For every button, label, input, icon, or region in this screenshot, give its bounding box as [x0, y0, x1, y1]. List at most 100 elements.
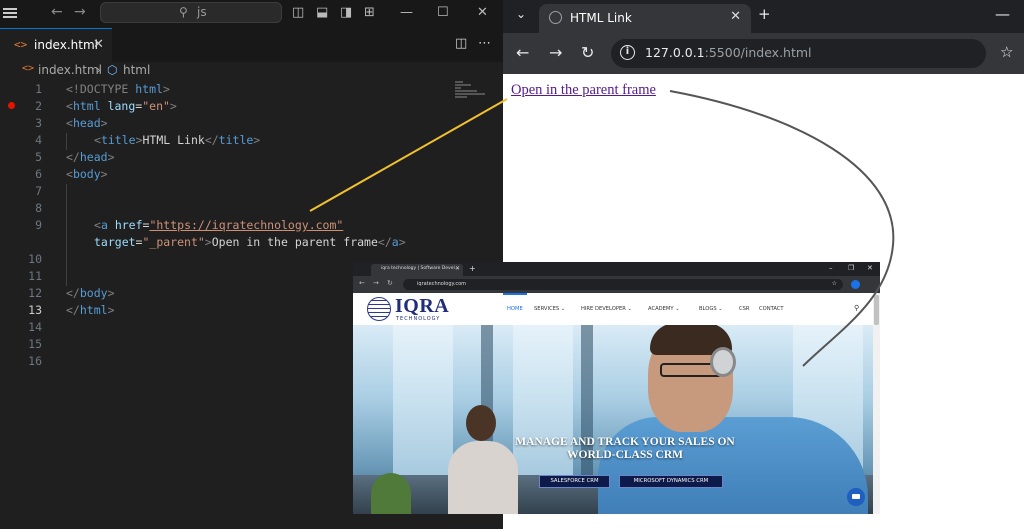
inset-screenshot: iqra technology | Software Devel... ✕ + …	[353, 262, 880, 514]
hero-plant	[371, 473, 411, 514]
new-tab-icon[interactable]: +	[758, 5, 771, 23]
breakpoint-icon[interactable]	[8, 102, 15, 109]
chat-bubble-icon[interactable]	[847, 488, 865, 506]
code-token: html	[72, 99, 101, 113]
maximize-icon[interactable]: ❐	[848, 264, 854, 272]
code-token: Open in the parent frame	[211, 235, 378, 249]
hamburger-menu-icon[interactable]	[3, 6, 17, 20]
line-number: 9	[35, 218, 42, 232]
inset-address-bar[interactable]: iqratechnology.com ☆	[403, 279, 843, 290]
code-token: head	[79, 150, 108, 164]
code-token: <!DOCTYPE	[66, 82, 136, 96]
command-search-input[interactable]: ⚲ js	[100, 2, 282, 23]
minimize-icon[interactable]: —	[995, 5, 1010, 23]
line-number: 1	[35, 82, 42, 96]
line-number: 3	[35, 116, 42, 130]
code-line-4: <title>HTML Link</title>	[94, 133, 261, 147]
toggle-secondary-sidebar-icon[interactable]: ◨	[340, 5, 352, 20]
minimize-icon[interactable]: —	[400, 5, 413, 20]
inset-tab-title: iqra technology | Software Devel...	[381, 266, 459, 271]
back-arrow-icon[interactable]: ←	[51, 4, 63, 20]
address-url: 127.0.0.1:5500/index.html	[645, 45, 812, 60]
forward-arrow-icon[interactable]: →	[74, 4, 86, 20]
nav-contact[interactable]: CONTACT	[759, 306, 784, 312]
chevron-right-icon: ›	[96, 63, 101, 77]
code-token: HTML Link	[142, 133, 205, 147]
salesforce-crm-button[interactable]: SALESFORCE CRM	[539, 475, 610, 488]
nav-csr[interactable]: CSR	[739, 306, 750, 312]
new-tab-icon[interactable]: +	[469, 264, 476, 273]
close-window-icon[interactable]: ✕	[477, 5, 488, 20]
back-arrow-icon[interactable]: ←	[516, 43, 529, 62]
minimize-icon[interactable]: –	[829, 264, 833, 272]
address-bar[interactable]: i 127.0.0.1:5500/index.html	[611, 39, 986, 68]
nav-home[interactable]: HOME	[507, 306, 523, 312]
symbol-icon: ⬡	[107, 63, 118, 77]
html-file-icon: <>	[22, 63, 35, 74]
hero-title: MANAGE AND TRACK YOUR SALES ON WORLD-CLA…	[503, 436, 747, 461]
code-token[interactable]: "https://iqratechnology.com"	[149, 218, 343, 232]
close-tab-icon[interactable]: ✕	[93, 37, 104, 52]
code-line-5: </head>	[66, 150, 115, 164]
inset-tab[interactable]: iqra technology | Software Devel... ✕	[371, 264, 463, 276]
parent-frame-link[interactable]: Open in the parent frame	[511, 82, 656, 99]
forward-arrow-icon[interactable]: →	[373, 279, 379, 287]
code-token: a	[391, 235, 399, 249]
code-token: lang	[107, 99, 136, 113]
browser-toolbar: ← → ↻ i 127.0.0.1:5500/index.html ☆	[503, 33, 1024, 74]
code-token: target	[94, 235, 136, 249]
nav-hire-developer[interactable]: HIRE DEVELOPER ⌄	[581, 306, 632, 312]
nav-academy[interactable]: ACADEMY ⌄	[648, 306, 680, 312]
nav-services[interactable]: SERVICES ⌄	[534, 306, 565, 312]
line-number: 16	[28, 354, 42, 368]
back-arrow-icon[interactable]: ←	[359, 279, 365, 287]
tab-search-chevron-icon[interactable]: ⌄	[516, 7, 526, 21]
code-token: html	[79, 303, 108, 317]
nav-blogs[interactable]: BLOGS ⌄	[699, 306, 723, 312]
reload-icon[interactable]: ↻	[387, 279, 393, 287]
code-line-6: <body>	[66, 167, 108, 181]
minimap[interactable]	[455, 80, 491, 110]
editor-tabs: <> index.html ✕ ◫ ⋯	[0, 28, 503, 62]
toggle-primary-sidebar-icon[interactable]: ◫	[292, 5, 304, 20]
toggle-panel-icon[interactable]: ⬓	[316, 5, 328, 20]
maximize-icon[interactable]: ☐	[437, 5, 449, 20]
forward-arrow-icon[interactable]: →	[549, 43, 562, 62]
site-logo[interactable]: IQRA	[395, 295, 449, 318]
code-token: "_parent"	[142, 235, 205, 249]
search-icon[interactable]: ⚲	[854, 304, 859, 312]
url-host: 127.0.0.1	[645, 45, 705, 60]
close-window-icon[interactable]: ✕	[867, 264, 873, 272]
inset-scrollbar[interactable]	[873, 293, 880, 514]
line-number: 6	[35, 167, 42, 181]
site-info-icon[interactable]: i	[620, 45, 635, 60]
code-token: title	[218, 133, 254, 147]
globe-icon	[549, 11, 562, 24]
reload-icon[interactable]: ↻	[581, 43, 594, 62]
inset-toolbar: ← → ↻ iqratechnology.com ☆	[353, 276, 880, 293]
dynamics-crm-button[interactable]: MICROSOFT DYNAMICS CRM	[619, 475, 723, 488]
customize-layout-icon[interactable]: ⊞	[364, 5, 375, 20]
inset-url: iqratechnology.com	[417, 281, 467, 287]
code-token: body	[72, 167, 101, 181]
hero-title-line-2: WORLD-CLASS CRM	[567, 448, 683, 461]
active-menu-indicator	[503, 293, 527, 295]
search-placeholder: js	[197, 5, 207, 19]
code-token: title	[100, 133, 136, 147]
breadcrumb: <> index.html › ⬡ html	[0, 62, 503, 80]
profile-avatar[interactable]	[851, 280, 860, 289]
browser-tab-title: HTML Link	[570, 11, 632, 25]
more-actions-icon[interactable]: ⋯	[478, 36, 491, 51]
bookmark-star-icon[interactable]: ☆	[1000, 43, 1013, 61]
breadcrumb-symbol[interactable]: html	[123, 63, 150, 77]
line-number: 5	[35, 150, 42, 164]
close-tab-icon[interactable]: ✕	[455, 265, 460, 272]
bookmark-star-icon[interactable]: ☆	[832, 280, 837, 287]
iqra-globe-logo-icon[interactable]	[367, 297, 391, 321]
breadcrumb-file[interactable]: index.html	[38, 63, 102, 77]
split-editor-icon[interactable]: ◫	[455, 36, 467, 51]
close-tab-icon[interactable]: ✕	[730, 9, 741, 24]
hero-banner: MANAGE AND TRACK YOUR SALES ON WORLD-CLA…	[353, 325, 873, 514]
tab-index-html[interactable]: <> index.html ✕	[0, 28, 112, 62]
browser-tab[interactable]: HTML Link ✕	[539, 4, 751, 33]
